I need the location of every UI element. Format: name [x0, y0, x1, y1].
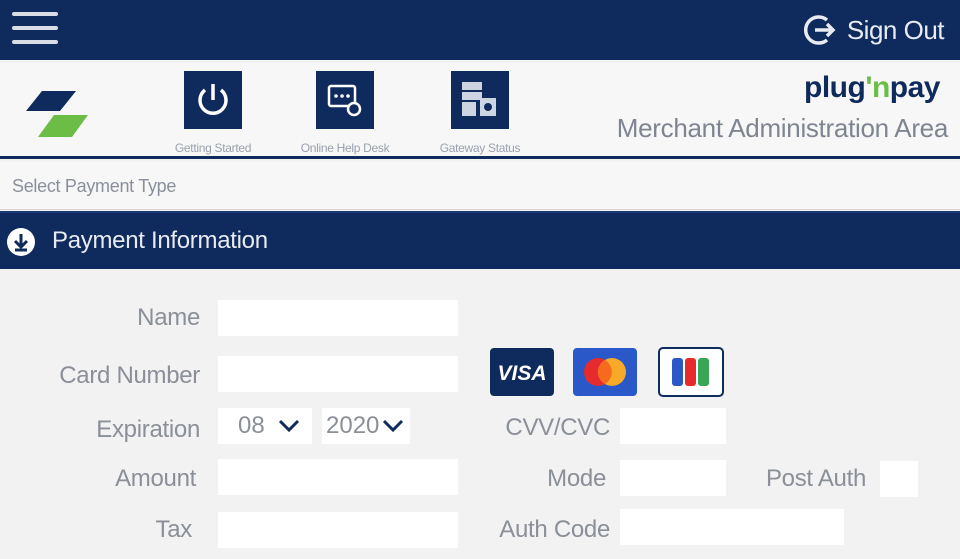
chevron-down-icon [382, 419, 404, 433]
sign-out-button[interactable]: Sign Out [803, 12, 945, 48]
cvv-label: CVV/CVC [505, 414, 610, 441]
amount-label: Amount [115, 465, 196, 492]
chevron-down-icon [278, 419, 300, 433]
expiration-label: Expiration [96, 416, 200, 443]
header-bar: Getting Started Online Help Desk Gateway… [0, 63, 960, 159]
payment-information-header[interactable]: Payment Information [0, 211, 960, 269]
merchant-subtitle: Merchant Administration Area [616, 113, 949, 143]
amount-input[interactable] [218, 459, 458, 495]
tax-label: Tax [155, 516, 193, 543]
gateway-status-button[interactable]: Gateway Status [420, 71, 540, 155]
mastercard-card-icon [573, 348, 637, 396]
expiration-month-select[interactable]: 08 [218, 408, 312, 444]
power-icon [198, 84, 228, 115]
visa-card-icon: VISA [490, 348, 554, 396]
payment-information-title: Payment Information [52, 227, 268, 254]
mode-label: Mode [547, 465, 606, 492]
post-auth-label: Post Auth [765, 465, 866, 492]
sign-out-icon [803, 15, 836, 45]
post-auth-input[interactable] [880, 461, 918, 497]
select-payment-type-bar[interactable]: Select Payment Type [0, 162, 960, 210]
gateway-status-label: Gateway Status [439, 141, 521, 155]
brand-name: plug'npay [804, 71, 940, 104]
card-number-input[interactable] [218, 356, 458, 392]
plugnpay-logo-icon [26, 91, 88, 137]
tax-input[interactable] [218, 512, 458, 548]
gateway-status-icon [462, 82, 496, 116]
menu-hamburger-icon[interactable] [12, 12, 58, 46]
download-circle-icon [7, 228, 35, 256]
sign-out-label: Sign Out [846, 14, 945, 45]
top-bar: Sign Out [0, 0, 960, 60]
card-number-label: Card Number [59, 362, 200, 389]
select-payment-type-label: Select Payment Type [12, 176, 177, 196]
getting-started-button[interactable]: Getting Started [153, 71, 273, 155]
expiration-year-select[interactable]: 2020 [322, 408, 410, 444]
auth-code-input[interactable] [620, 509, 844, 545]
jcb-card-icon [658, 347, 724, 397]
name-input[interactable] [218, 300, 458, 336]
svg-text:VISA: VISA [497, 362, 546, 385]
help-desk-icon [327, 84, 362, 117]
cvv-input[interactable] [620, 408, 726, 444]
auth-code-label: Auth Code [499, 516, 610, 543]
online-help-desk-button[interactable]: Online Help Desk [285, 71, 405, 155]
getting-started-label: Getting Started [174, 141, 252, 155]
mode-input[interactable] [620, 460, 726, 496]
name-label: Name [137, 304, 200, 331]
online-help-desk-label: Online Help Desk [300, 141, 390, 155]
